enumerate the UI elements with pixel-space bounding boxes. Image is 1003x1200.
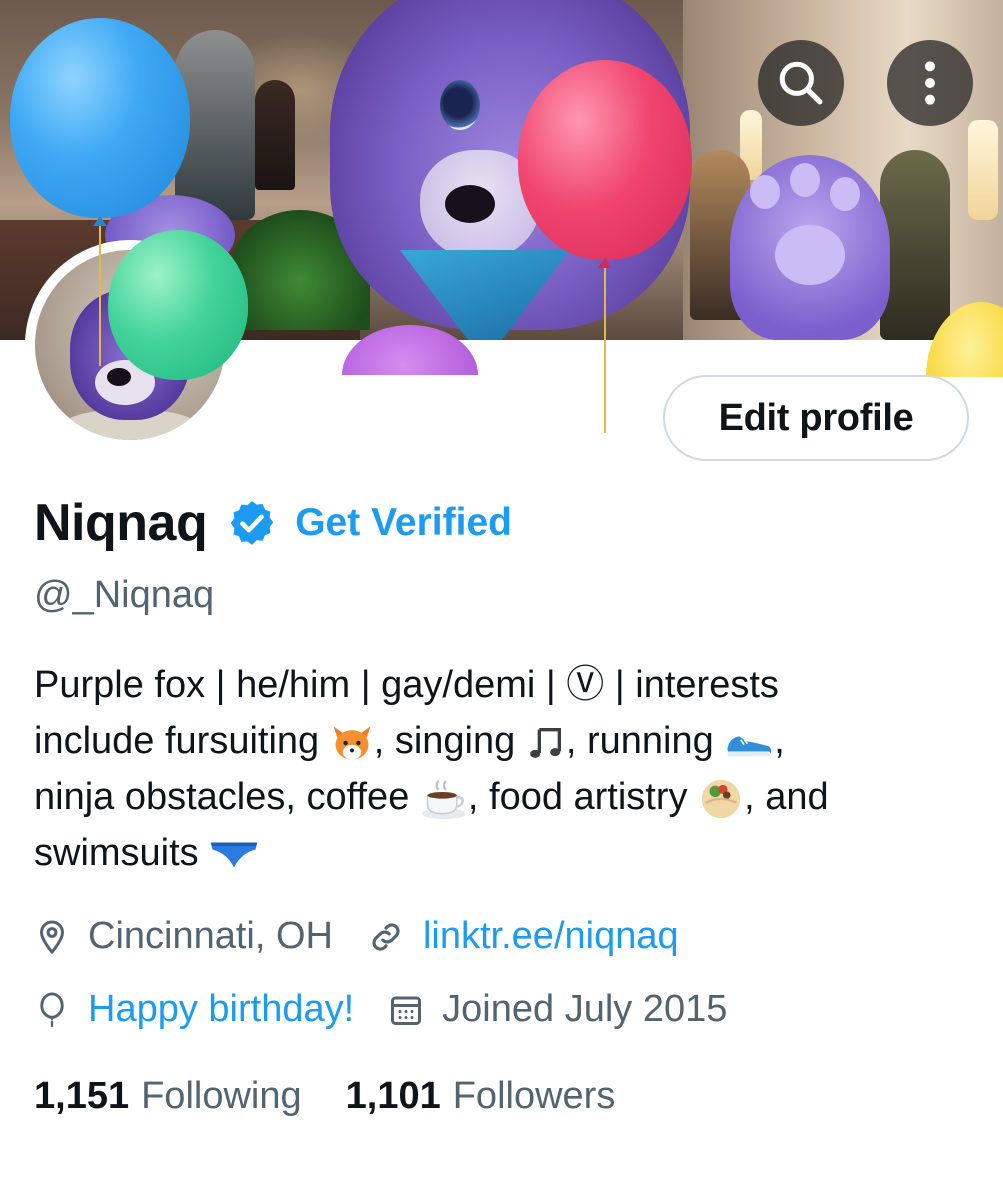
name-row: Niqnaq Get Verified <box>34 488 512 558</box>
birthday-item: Happy birthday! <box>34 988 354 1031</box>
balloon-icon <box>40 991 64 1027</box>
website-item: linktr.ee/niqnaq <box>367 915 679 958</box>
banner-lamp <box>968 120 998 220</box>
fox-emoji-icon <box>333 726 371 760</box>
get-verified-link[interactable]: Get Verified <box>295 501 512 545</box>
banner-person <box>255 80 295 190</box>
profile-meta-row: Cincinnati, OH linktr.ee/niqnaq <box>34 915 713 958</box>
joined-text: Joined July 2015 <box>442 988 728 1030</box>
verified-badge-icon[interactable] <box>227 498 277 548</box>
bio-line: ninja obstacles, coffee , food artistry … <box>34 769 964 825</box>
calendar-icon <box>391 996 422 1025</box>
follow-counts: 1,151 Following 1,101 Followers <box>34 1075 659 1118</box>
edit-profile-button[interactable]: Edit profile <box>663 375 969 461</box>
burrito-emoji-icon <box>701 779 741 819</box>
music-note-emoji-icon <box>530 727 561 758</box>
followers-count: 1,101 <box>345 1075 441 1117</box>
profile-bio: Purple fox | he/him | gay/demi | Ⓥ | int… <box>34 657 964 881</box>
location-item: Cincinnati, OH <box>34 915 333 958</box>
running-shoe-emoji-icon <box>727 736 772 757</box>
bio-line: Purple fox | he/him | gay/demi | Ⓥ | int… <box>34 664 779 706</box>
banner-fursuit-nose <box>445 185 495 223</box>
joined-item: Joined July 2015 <box>388 988 727 1031</box>
bio-line: include fursuiting , singing , running , <box>34 713 964 769</box>
location-pin-icon <box>39 919 65 954</box>
website-link[interactable]: linktr.ee/niqnaq <box>423 915 679 958</box>
banner-fursuit-eye <box>440 80 480 130</box>
following-count: 1,151 <box>34 1075 130 1117</box>
followers-label: Followers <box>452 1075 616 1117</box>
banner-paw <box>730 155 890 340</box>
link-icon <box>372 922 400 951</box>
display-name: Niqnaq <box>34 494 208 552</box>
following-count-link[interactable]: 1,151 Following <box>34 1075 302 1118</box>
more-options-button[interactable] <box>887 40 973 126</box>
more-vertical-icon <box>925 61 935 105</box>
search-button[interactable] <box>758 40 844 126</box>
balloon-string <box>99 226 101 366</box>
swimsuit-emoji-icon <box>211 842 258 868</box>
location-text: Cincinnati, OH <box>88 915 333 957</box>
search-icon <box>779 61 823 105</box>
profile-meta-row: Happy birthday! Joined July 2015 <box>34 988 761 1031</box>
coffee-emoji-icon <box>421 780 466 820</box>
following-label: Following <box>141 1075 302 1117</box>
profile-handle: @_Niqnaq <box>34 574 215 616</box>
banner-person <box>880 150 950 340</box>
followers-count-link[interactable]: 1,101 Followers <box>346 1075 616 1118</box>
birthday-link[interactable]: Happy birthday! <box>88 988 354 1031</box>
bio-line: swimsuits <box>34 825 964 881</box>
